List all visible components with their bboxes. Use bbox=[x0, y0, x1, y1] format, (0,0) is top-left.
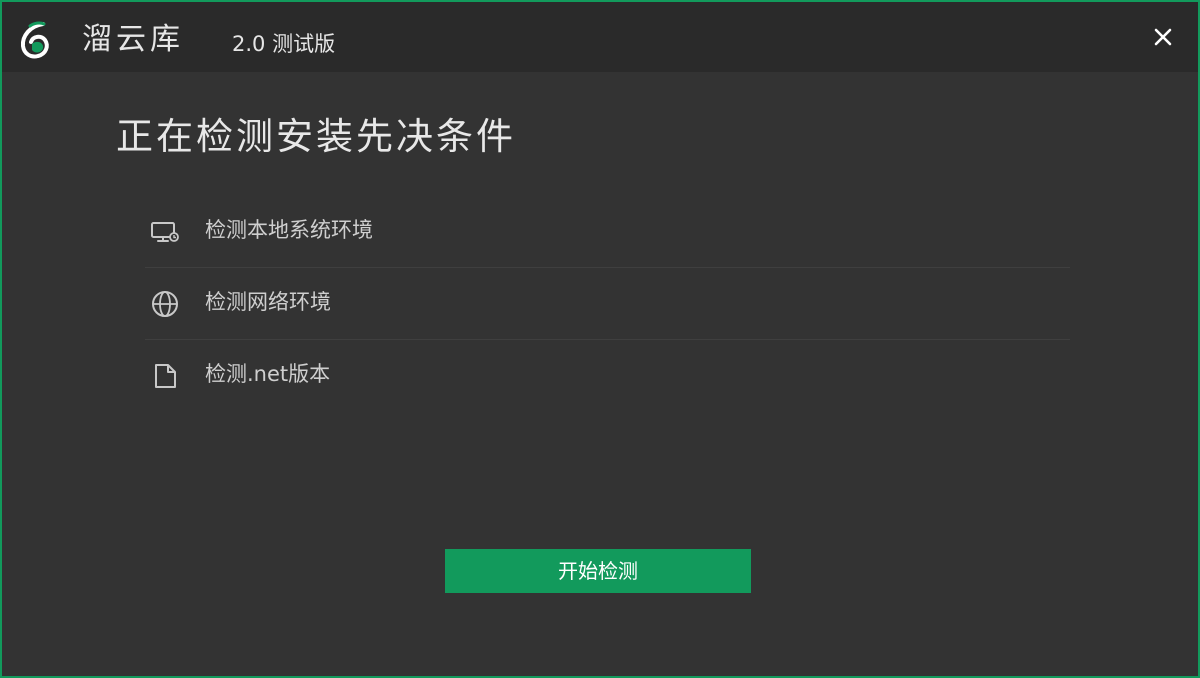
check-label-dotnet: 检测.net版本 bbox=[205, 362, 331, 386]
globe-icon bbox=[149, 288, 181, 320]
check-list: 检测本地系统环境 检测网络环境 检测.net版本 bbox=[145, 196, 1070, 412]
app-name: 溜云库 bbox=[82, 22, 184, 57]
document-icon bbox=[149, 360, 181, 392]
check-label-network: 检测网络环境 bbox=[205, 290, 331, 314]
close-button[interactable] bbox=[1148, 22, 1178, 52]
check-label-system: 检测本地系统环境 bbox=[205, 218, 373, 242]
check-item-system: 检测本地系统环境 bbox=[145, 196, 1070, 268]
leaf-logo-icon bbox=[16, 20, 56, 60]
monitor-icon bbox=[149, 216, 181, 248]
installer-window: 溜云库 2.0 测试版 正在检测安装先决条件 检测本地系统环境 检测网络环境 检… bbox=[0, 0, 1200, 678]
app-version: 2.0 测试版 bbox=[232, 32, 336, 56]
check-item-network: 检测网络环境 bbox=[145, 268, 1070, 340]
title-bar[interactable]: 溜云库 2.0 测试版 bbox=[2, 2, 1198, 72]
close-icon bbox=[1154, 28, 1172, 46]
start-check-button[interactable]: 开始检测 bbox=[445, 549, 751, 593]
page-title: 正在检测安装先决条件 bbox=[116, 115, 516, 158]
check-item-dotnet: 检测.net版本 bbox=[145, 340, 1070, 412]
